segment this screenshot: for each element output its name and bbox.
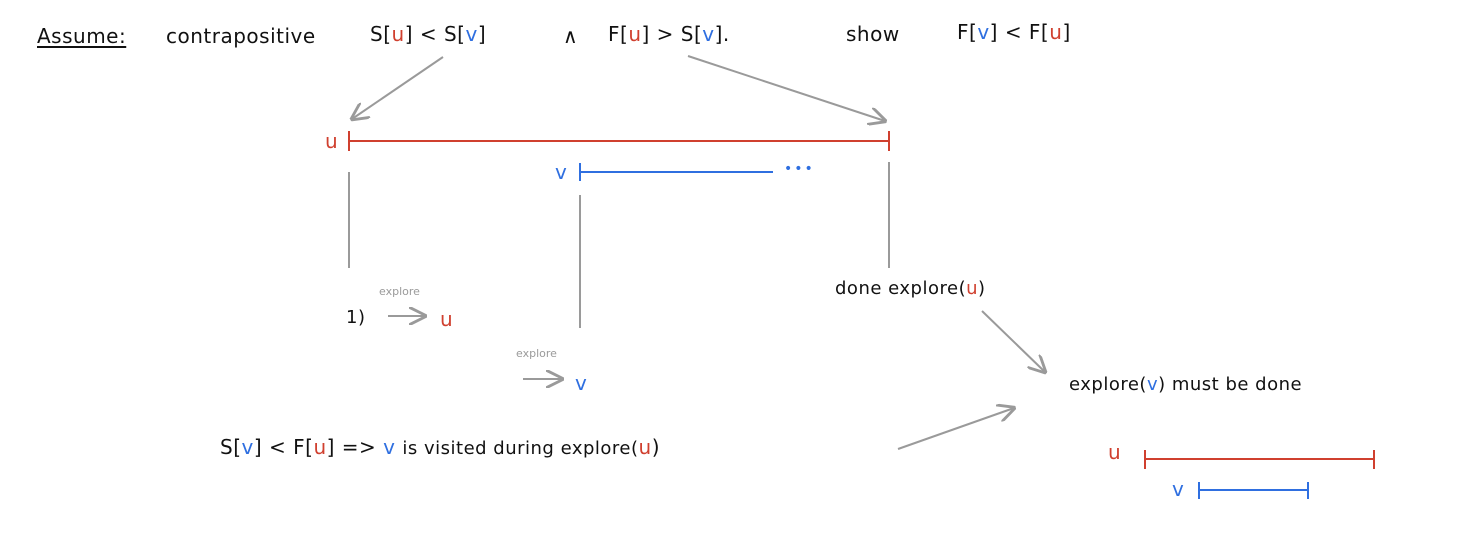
assume-label: Assume: xyxy=(37,24,127,48)
step2-caption: explore xyxy=(516,347,557,360)
goal-u: u xyxy=(1049,20,1063,44)
conclusion-u1: u xyxy=(313,435,327,459)
goal-statement: F[v] < F[u] xyxy=(957,22,1071,42)
result-open: explore( xyxy=(1069,374,1147,395)
conclusion-rest: is visited during explore( xyxy=(402,438,639,459)
v-interval-ellipsis: ••• xyxy=(784,161,815,177)
arrow-to-u-start xyxy=(352,56,444,119)
conclusion-mid: ] < F[ xyxy=(253,435,314,459)
goal-f: F[ xyxy=(957,20,978,44)
conclusion-s-open: S[ xyxy=(220,435,242,459)
contrapositive-label: contrapositive xyxy=(166,24,316,48)
premise1-mid: ] < S[ xyxy=(404,22,466,46)
premise2-f: F[ xyxy=(608,22,629,46)
conclusion-u2: u xyxy=(638,435,652,459)
goal-end: ] xyxy=(1062,20,1071,44)
premise2-u: u xyxy=(628,22,642,46)
conclusion-v2: v xyxy=(383,435,396,459)
premise-start-before-start: S[u] < S[v] xyxy=(370,24,486,44)
diagram-canvas: Assume: contrapositive S[u] < S[v] ∧ F[u… xyxy=(0,0,1457,534)
v-label-top: v xyxy=(555,160,568,184)
result-v: v xyxy=(1146,374,1159,395)
arrow-done-to-result xyxy=(981,310,1045,372)
step1-caption: explore xyxy=(379,285,420,298)
premise1-v: v xyxy=(465,22,478,46)
premise2-mid: ] > S[ xyxy=(641,22,703,46)
result-statement: explore(v) must be done xyxy=(1069,376,1302,394)
done-text: done explore( xyxy=(835,278,967,299)
result-close: ) must be done xyxy=(1158,374,1303,395)
step1-number: 1) xyxy=(346,307,366,328)
done-close: ) xyxy=(978,278,986,299)
diagram-lines xyxy=(0,55,1375,499)
u-label-result: u xyxy=(1108,440,1122,464)
u-label-top: u xyxy=(325,129,339,153)
step1-target: u xyxy=(440,307,454,331)
premise2-v: v xyxy=(702,22,715,46)
done-explore-u: done explore(u) xyxy=(835,280,986,298)
conclusion-statement: S[v] < F[u] => v is visited during explo… xyxy=(220,437,660,458)
conclusion-implies: ] => xyxy=(326,435,377,459)
goal-mid: ] < F[ xyxy=(989,20,1050,44)
step2-target: v xyxy=(575,371,588,395)
arrow-to-u-finish xyxy=(687,55,885,121)
conclusion-close: ) xyxy=(651,435,661,459)
premise1-s: S[ xyxy=(370,22,392,46)
premise1-u: u xyxy=(391,22,405,46)
v-label-result: v xyxy=(1172,477,1185,501)
arrow-visited-to-result xyxy=(897,408,1014,450)
premise2-end: ]. xyxy=(714,22,730,46)
goal-v: v xyxy=(977,20,990,44)
done-u: u xyxy=(966,278,979,299)
show-label: show xyxy=(846,22,900,46)
and-symbol: ∧ xyxy=(563,24,579,48)
premise-finish-after-start: F[u] > S[v]. xyxy=(608,24,730,44)
conclusion-v1: v xyxy=(241,435,254,459)
premise1-end: ] xyxy=(477,22,487,46)
